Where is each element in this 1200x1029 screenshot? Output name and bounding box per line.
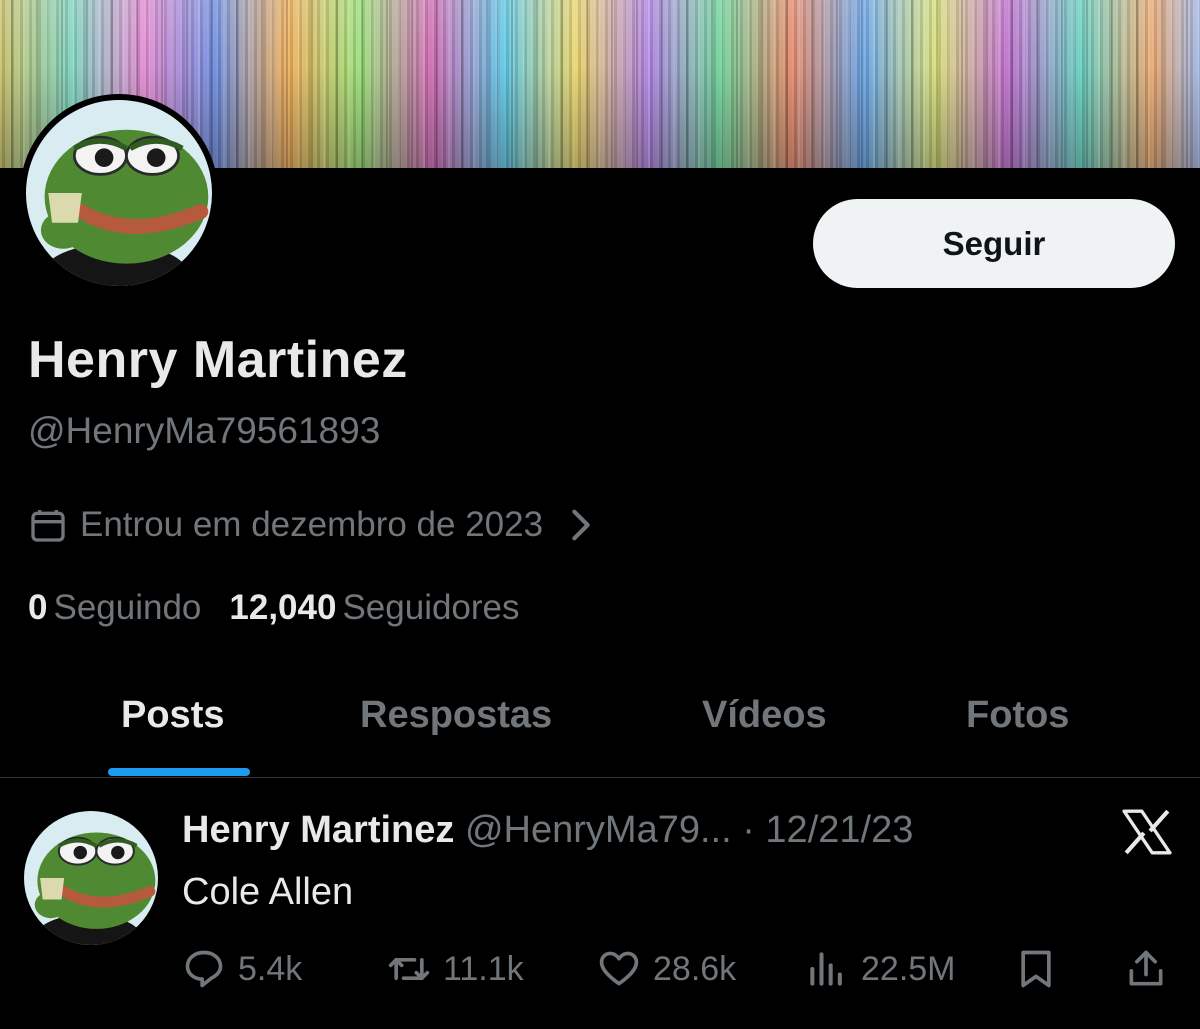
follow-stats: 0 Seguindo 12,040 Seguidores [28,588,520,628]
joined-date-row[interactable]: Entrou em dezembro de 2023 [28,505,601,545]
reply-count: 5.4k [238,949,303,988]
bookmark-button[interactable] [1014,947,1058,991]
post-author-handle[interactable]: @HenryMa79... [465,809,732,851]
like-button[interactable]: 28.6k [597,947,736,991]
joined-date-label: Entrou em dezembro de 2023 [80,505,544,544]
pepe-avatar-image [26,100,212,286]
profile-tabs: Posts Respostas Vídeos Fotos [0,680,1200,778]
tab-videos[interactable]: Vídeos [702,694,827,737]
post-actions: 5.4k 11.1k 28.6k 22.5M [182,947,1172,991]
views-icon [810,952,842,986]
following-label: Seguindo [53,588,202,627]
post-text: Cole Allen [182,871,354,913]
chevron-right-icon [572,509,590,541]
tab-respostas[interactable]: Respostas [360,694,552,737]
post-header: Henry Martinez @HenryMa79... · 12/21/23 [182,809,913,852]
share-button[interactable] [1124,947,1168,991]
active-tab-indicator [108,768,250,776]
follow-button[interactable]: Seguir [813,199,1175,288]
tab-fotos[interactable]: Fotos [966,694,1069,737]
profile-avatar[interactable] [20,94,218,292]
following-count: 0 [28,588,48,627]
reply-button[interactable]: 5.4k [182,947,302,991]
repost-button[interactable]: 11.1k [387,947,524,991]
repost-count: 11.1k [443,949,524,988]
followers-count: 12,040 [229,588,337,627]
heart-icon [599,951,639,986]
repost-icon [388,958,430,980]
following-stat[interactable]: 0 Seguindo [28,588,201,628]
pepe-avatar-image [24,811,158,945]
reply-icon [185,950,223,988]
like-count: 28.6k [653,949,737,988]
share-icon [1129,950,1163,986]
profile-display-name: Henry Martinez [28,331,408,389]
followers-label: Seguidores [342,588,520,627]
calendar-icon [31,510,65,542]
profile-handle: @HenryMa79561893 [28,410,381,451]
followers-stat[interactable]: 12,040 Seguidores [229,588,519,628]
views-button[interactable]: 22.5M [805,947,956,991]
views-count: 22.5M [861,949,956,988]
post-author-name[interactable]: Henry Martinez [182,809,454,851]
x-logo-icon [1122,809,1172,855]
tab-posts[interactable]: Posts [121,694,224,737]
bookmark-icon [1021,950,1051,988]
post-date[interactable]: 12/21/23 [765,809,913,851]
post-avatar[interactable] [24,811,158,945]
post-item[interactable]: Henry Martinez @HenryMa79... · 12/21/23 … [0,779,1200,1029]
post-separator: · [742,809,755,851]
